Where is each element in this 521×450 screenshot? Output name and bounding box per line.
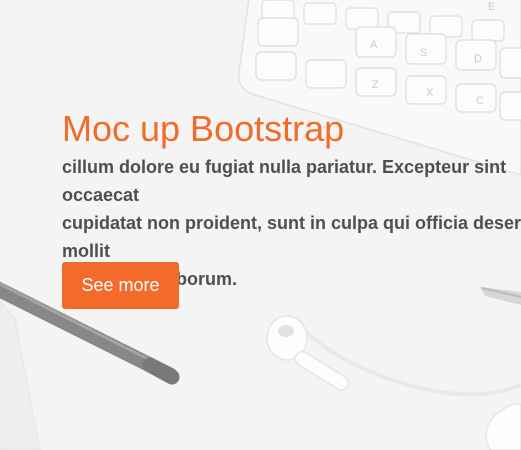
hero-title: Moc up Bootstrap <box>62 108 345 149</box>
see-more-button[interactable]: See more <box>62 262 179 309</box>
hero-section: A S X C D Z E Moc up Bootstrap cillum do… <box>0 0 521 450</box>
